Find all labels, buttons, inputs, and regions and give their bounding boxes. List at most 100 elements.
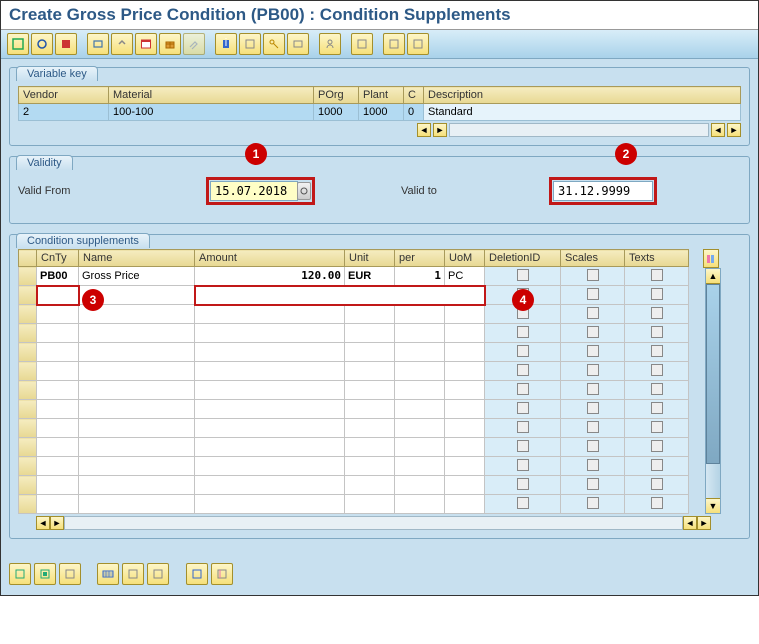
col-name[interactable]: Name <box>79 250 195 267</box>
vk-scroll-right2[interactable]: ► <box>727 123 741 137</box>
valid-to-highlight: 31.12.9999 <box>549 177 657 205</box>
bottom-toolbar <box>1 557 758 595</box>
uom-input-empty[interactable] <box>445 287 484 304</box>
col-cnty[interactable]: CnTy <box>37 250 79 267</box>
col-texts[interactable]: Texts <box>625 250 689 267</box>
valid-to-label: Valid to <box>401 185 541 197</box>
toolbar-btn-14[interactable] <box>351 33 373 55</box>
info-icon[interactable]: i <box>215 33 237 55</box>
variable-key-table: Vendor Material POrg Plant C Description… <box>18 86 741 121</box>
scales-checkbox[interactable] <box>587 269 599 281</box>
vk-c: 0 <box>404 104 424 121</box>
footer-btn-6[interactable] <box>147 563 169 585</box>
valid-to-input[interactable]: 31.12.9999 <box>553 181 653 201</box>
texts-checkbox[interactable] <box>651 288 663 300</box>
amount-cell[interactable] <box>195 267 344 285</box>
amount-input-empty[interactable] <box>196 287 345 304</box>
footer-btn-1[interactable] <box>9 563 31 585</box>
vertical-scrollbar[interactable]: ▲ ▼ <box>705 268 721 514</box>
hscroll-right2[interactable]: ► <box>697 516 711 530</box>
toolbar-btn-3[interactable] <box>55 33 77 55</box>
vk-scroll-right[interactable]: ► <box>433 123 447 137</box>
vk-porg: 1000 <box>314 104 359 121</box>
unit-input-empty[interactable] <box>345 287 395 304</box>
toolbar-btn-10[interactable] <box>239 33 261 55</box>
uom-cell[interactable] <box>445 267 484 285</box>
cnty-input-empty[interactable] <box>38 287 78 304</box>
table-row[interactable] <box>19 495 689 514</box>
scales-checkbox[interactable] <box>587 288 599 300</box>
valid-from-f4[interactable] <box>297 182 311 200</box>
table-row[interactable] <box>19 324 689 343</box>
footer-btn-8[interactable] <box>211 563 233 585</box>
validity-group: Validity 1 2 Valid From 15.07.2018 Valid… <box>9 156 750 224</box>
vk-scroll-left2[interactable]: ◄ <box>711 123 725 137</box>
toolbar-btn-15[interactable] <box>383 33 405 55</box>
marker-3: 3 <box>82 289 104 311</box>
table-row[interactable] <box>19 286 689 305</box>
marker-4: 4 <box>512 289 534 311</box>
title-bar: Create Gross Price Condition (PB00) : Co… <box>1 1 758 30</box>
gift-icon[interactable] <box>159 33 181 55</box>
table-row[interactable] <box>19 400 689 419</box>
table-row[interactable] <box>19 476 689 495</box>
hscroll-right[interactable]: ► <box>50 516 64 530</box>
col-scales[interactable]: Scales <box>561 250 625 267</box>
toolbar-btn-1[interactable] <box>7 33 29 55</box>
col-uom[interactable]: UoM <box>445 250 485 267</box>
toolbar-btn-4[interactable] <box>87 33 109 55</box>
vk-header-c: C <box>404 87 424 104</box>
scroll-thumb[interactable] <box>706 284 720 464</box>
vk-header-material: Material <box>109 87 314 104</box>
footer-btn-2[interactable] <box>34 563 56 585</box>
hscroll-track[interactable] <box>64 516 683 530</box>
toolbar-btn-2[interactable] <box>31 33 53 55</box>
toolbar-btn-16[interactable] <box>407 33 429 55</box>
valid-from-input[interactable]: 15.07.2018 <box>210 181 298 201</box>
vk-header-porg: POrg <box>314 87 359 104</box>
calendar-icon[interactable] <box>135 33 157 55</box>
vk-scroll-track[interactable] <box>449 123 709 137</box>
person-icon[interactable] <box>319 33 341 55</box>
footer-btn-3[interactable] <box>59 563 81 585</box>
validity-label: Validity <box>16 155 73 170</box>
vk-material: 100-100 <box>109 104 314 121</box>
vk-desc: Standard <box>424 104 741 121</box>
hscroll-left[interactable]: ◄ <box>36 516 50 530</box>
cnty-cell[interactable] <box>37 267 78 285</box>
scroll-down[interactable]: ▼ <box>706 498 720 513</box>
name-cell[interactable] <box>79 267 194 285</box>
table-row[interactable] <box>19 362 689 381</box>
vk-header-plant: Plant <box>359 87 404 104</box>
col-unit[interactable]: Unit <box>345 250 395 267</box>
variable-key-group: Variable key Vendor Material POrg Plant … <box>9 67 750 146</box>
texts-checkbox[interactable] <box>651 269 663 281</box>
footer-btn-5[interactable] <box>122 563 144 585</box>
footer-btn-4[interactable] <box>97 563 119 585</box>
key-icon[interactable] <box>263 33 285 55</box>
vk-scroll-left[interactable]: ◄ <box>417 123 431 137</box>
col-amount[interactable]: Amount <box>195 250 345 267</box>
table-row[interactable] <box>19 438 689 457</box>
col-delid[interactable]: DeletionID <box>485 250 561 267</box>
table-row[interactable] <box>19 457 689 476</box>
marker-1: 1 <box>245 143 267 165</box>
condition-table[interactable]: CnTy Name Amount Unit per UoM DeletionID… <box>18 249 689 514</box>
unit-cell[interactable] <box>345 267 394 285</box>
table-row[interactable] <box>19 305 689 324</box>
per-input-empty[interactable] <box>395 287 445 304</box>
table-row[interactable] <box>19 419 689 438</box>
table-row[interactable] <box>19 267 689 286</box>
footer-btn-7[interactable] <box>186 563 208 585</box>
hscroll-left2[interactable]: ◄ <box>683 516 697 530</box>
scroll-up[interactable]: ▲ <box>706 269 720 284</box>
toolbar-btn-12[interactable] <box>287 33 309 55</box>
column-config-icon[interactable] <box>703 249 719 268</box>
table-row[interactable] <box>19 381 689 400</box>
toolbar-btn-5[interactable] <box>111 33 133 55</box>
per-cell[interactable] <box>395 267 444 285</box>
deletion-checkbox[interactable] <box>517 269 529 281</box>
col-per[interactable]: per <box>395 250 445 267</box>
toolbar-btn-8[interactable] <box>183 33 205 55</box>
table-row[interactable] <box>19 343 689 362</box>
